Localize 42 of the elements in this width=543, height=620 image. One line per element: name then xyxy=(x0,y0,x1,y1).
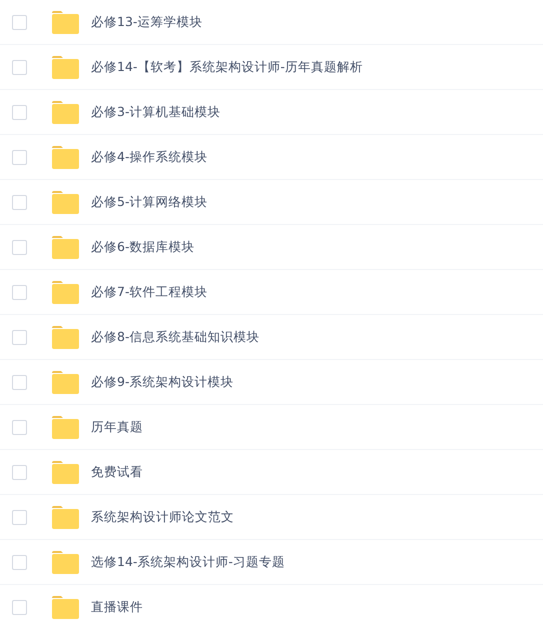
folder-name[interactable]: 直播课件 xyxy=(91,598,143,616)
folder-icon xyxy=(52,190,79,214)
folder-icon xyxy=(52,326,79,348)
folder-icon xyxy=(52,550,79,574)
folder-name[interactable]: 必修8-信息系统基础知识模块 xyxy=(91,328,260,346)
folder-name[interactable]: 必修5-计算网络模块 xyxy=(91,194,208,210)
folder-icon xyxy=(52,236,79,258)
folder-icon xyxy=(52,280,79,304)
folder-icon xyxy=(52,596,79,618)
checkbox[interactable] xyxy=(12,554,27,570)
checkbox[interactable] xyxy=(12,104,27,120)
folder-name[interactable]: 必修7-软件工程模块 xyxy=(91,284,208,300)
folder-icon xyxy=(52,100,79,124)
folder-icon xyxy=(52,506,79,528)
checkbox[interactable] xyxy=(12,464,27,480)
checkbox[interactable] xyxy=(12,284,27,300)
checkbox[interactable] xyxy=(12,14,27,30)
folder-name[interactable]: 必修6-数据库模块 xyxy=(91,238,194,256)
folder-name[interactable]: 免费试看 xyxy=(91,464,143,480)
folder-icon xyxy=(52,460,79,484)
checkbox[interactable] xyxy=(12,374,27,390)
folder-name[interactable]: 系统架构设计师论文范文 xyxy=(91,508,234,526)
folder-name[interactable]: 必修14-【软考】系统架构设计师-历年真题解析 xyxy=(91,58,363,76)
checkbox[interactable] xyxy=(12,150,27,164)
folder-icon xyxy=(52,10,79,34)
checkbox[interactable] xyxy=(12,330,27,344)
checkbox[interactable] xyxy=(12,600,27,614)
folder-icon xyxy=(52,56,79,78)
folder-icon xyxy=(52,416,79,438)
folder-name[interactable]: 选修14-系统架构设计师-习题专题 xyxy=(91,554,285,570)
checkbox[interactable] xyxy=(12,194,27,210)
checkbox[interactable] xyxy=(12,240,27,254)
checkbox[interactable] xyxy=(12,510,27,524)
folder-name[interactable]: 必修3-计算机基础模块 xyxy=(91,104,220,120)
checkbox[interactable] xyxy=(12,60,27,74)
folder-name[interactable]: 必修9-系统架构设计模块 xyxy=(91,374,234,390)
folder-icon xyxy=(52,370,79,394)
folder-icon xyxy=(52,146,79,168)
folder-name[interactable]: 必修4-操作系统模块 xyxy=(91,148,208,166)
folder-name[interactable]: 历年真题 xyxy=(91,418,143,436)
checkbox[interactable] xyxy=(12,420,27,434)
folder-name[interactable]: 必修13-运筹学模块 xyxy=(91,14,202,30)
